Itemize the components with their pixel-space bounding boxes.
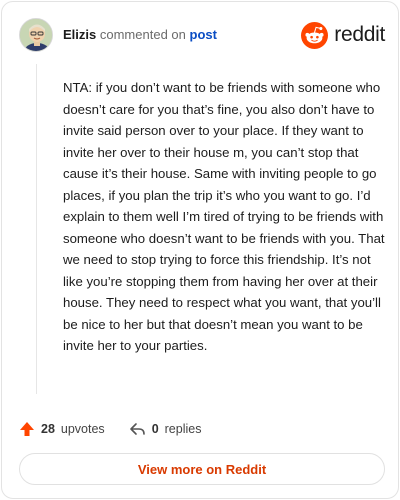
byline-action-text: commented on <box>99 27 186 42</box>
comment-header: Elizis commented on post reddit <box>19 18 385 52</box>
upvote-button[interactable]: 28 upvotes <box>19 421 105 437</box>
reply-button[interactable]: 0 replies <box>129 421 202 437</box>
upvote-label: upvotes <box>60 422 105 436</box>
reply-label: replies <box>164 422 202 436</box>
reddit-wordmark: reddit <box>334 23 385 46</box>
comment-body: NTA: if you don’t want to be friends wit… <box>63 80 385 353</box>
thread-line <box>36 64 37 394</box>
user-avatar[interactable] <box>19 18 53 52</box>
post-link[interactable]: post <box>190 27 217 42</box>
reddit-comment-embed-card: Elizis commented on post reddit NTA: if … <box>1 1 399 499</box>
reply-arrow-icon <box>129 423 145 435</box>
reddit-snoo-icon <box>301 21 329 49</box>
upvote-count: 28 <box>41 422 55 436</box>
comment-byline: Elizis commented on post <box>63 28 217 42</box>
comment-actions: 28 upvotes 0 replies <box>19 419 225 439</box>
upvote-arrow-icon <box>20 422 34 436</box>
reddit-brand-logo[interactable]: reddit <box>301 21 385 49</box>
reply-count: 0 <box>151 422 159 436</box>
view-more-on-reddit-button[interactable]: View more on Reddit <box>19 453 385 485</box>
avatar-image <box>20 19 52 51</box>
author-name[interactable]: Elizis <box>63 27 96 42</box>
